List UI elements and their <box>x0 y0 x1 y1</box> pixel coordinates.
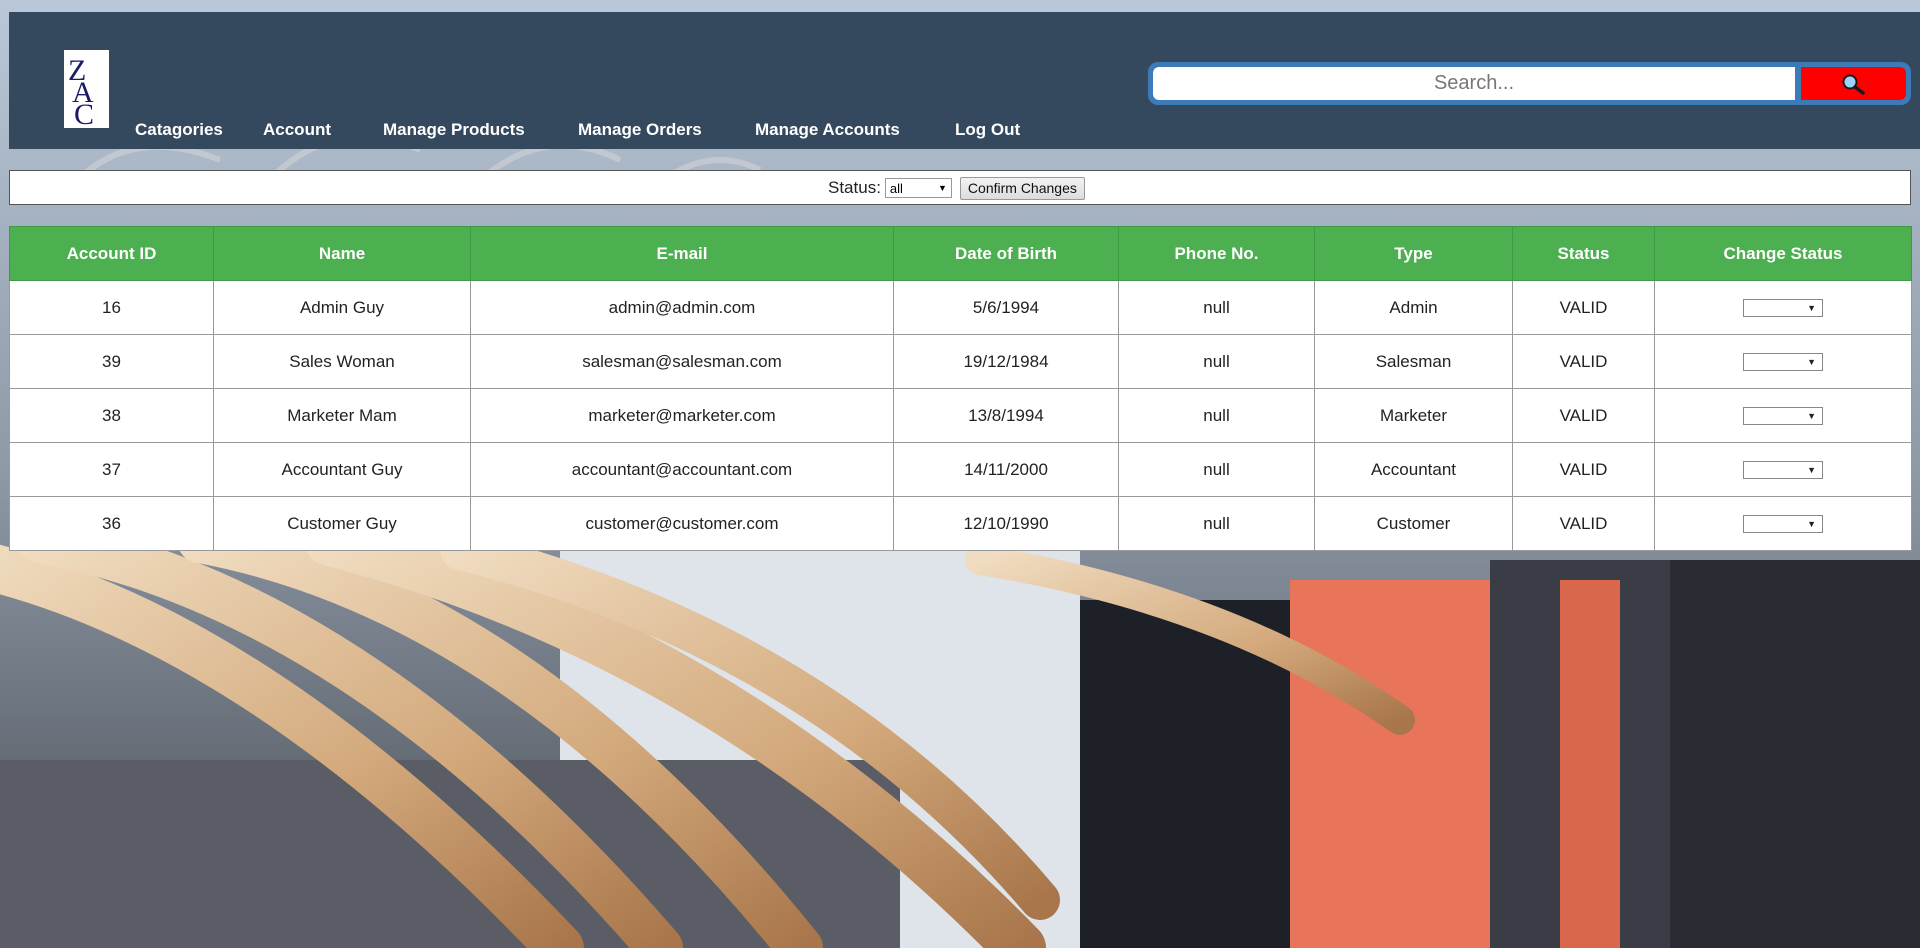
cell-email: customer@customer.com <box>470 496 894 551</box>
cell-phone: null <box>1118 388 1315 443</box>
cell-status: VALID <box>1512 442 1655 497</box>
cell-date-of-birth: 13/8/1994 <box>893 388 1119 443</box>
cell-change-status: ▼ <box>1654 442 1912 497</box>
cell-type: Customer <box>1314 496 1513 551</box>
cell-account-id: 38 <box>9 388 214 443</box>
cell-phone: null <box>1118 334 1315 389</box>
status-filter-bar: Status: all ▼ Confirm Changes <box>9 170 1911 205</box>
chevron-down-icon: ▼ <box>1807 465 1816 476</box>
cell-date-of-birth: 19/12/1984 <box>893 334 1119 389</box>
column-header-phone: Phone No. <box>1118 226 1315 281</box>
cell-phone: null <box>1118 496 1315 551</box>
status-filter-label: Status: <box>828 178 881 197</box>
chevron-down-icon: ▼ <box>1807 519 1816 530</box>
nav-item-categories[interactable]: Catagories <box>135 120 223 140</box>
cell-change-status: ▼ <box>1654 334 1912 389</box>
column-header-change-status: Change Status <box>1654 226 1912 281</box>
nav-item-manage-accounts[interactable]: Manage Accounts <box>755 120 900 140</box>
table-row: 38 Marketer Mam marketer@marketer.com 13… <box>9 388 1912 443</box>
table-row: 39 Sales Woman salesman@salesman.com 19/… <box>9 334 1912 389</box>
cell-account-id: 16 <box>9 280 214 335</box>
confirm-changes-button[interactable]: Confirm Changes <box>959 176 1085 200</box>
search-bar <box>1148 62 1911 105</box>
accounts-table-container: Account ID Name E-mail Date of Birth Pho… <box>9 226 1912 551</box>
cell-account-id: 39 <box>9 334 214 389</box>
change-status-select[interactable]: ▼ <box>1743 299 1823 318</box>
cell-status: VALID <box>1512 280 1655 335</box>
cell-type: Accountant <box>1314 442 1513 497</box>
status-filter-value: all <box>889 180 903 196</box>
chevron-down-icon: ▼ <box>1807 303 1816 314</box>
table-header-row: Account ID Name E-mail Date of Birth Pho… <box>9 226 1912 281</box>
change-status-select[interactable]: ▼ <box>1743 407 1823 426</box>
chevron-down-icon: ▼ <box>1807 411 1816 422</box>
cell-status: VALID <box>1512 334 1655 389</box>
table-row: 36 Customer Guy customer@customer.com 12… <box>9 496 1912 551</box>
cell-name: Admin Guy <box>213 280 471 335</box>
cell-type: Admin <box>1314 280 1513 335</box>
column-header-status: Status <box>1512 226 1655 281</box>
search-icon <box>1842 74 1865 95</box>
chevron-down-icon: ▼ <box>1807 357 1816 368</box>
accounts-table: Account ID Name E-mail Date of Birth Pho… <box>9 226 1912 551</box>
cell-change-status: ▼ <box>1654 280 1912 335</box>
table-row: 16 Admin Guy admin@admin.com 5/6/1994 nu… <box>9 280 1912 335</box>
column-header-date-of-birth: Date of Birth <box>893 226 1119 281</box>
logo-mark: Z A C <box>68 54 94 128</box>
cell-type: Salesman <box>1314 334 1513 389</box>
table-row: 37 Accountant Guy accountant@accountant.… <box>9 442 1912 497</box>
cell-date-of-birth: 14/11/2000 <box>893 442 1119 497</box>
cell-email: admin@admin.com <box>470 280 894 335</box>
column-header-account-id: Account ID <box>9 226 214 281</box>
cell-name: Customer Guy <box>213 496 471 551</box>
cell-change-status: ▼ <box>1654 388 1912 443</box>
column-header-name: Name <box>213 226 471 281</box>
cell-change-status: ▼ <box>1654 496 1912 551</box>
top-header: Z A C Catagories Account Manage Products… <box>9 12 1920 149</box>
cell-phone: null <box>1118 442 1315 497</box>
column-header-type: Type <box>1314 226 1513 281</box>
cell-status: VALID <box>1512 388 1655 443</box>
cell-name: Marketer Mam <box>213 388 471 443</box>
cell-phone: null <box>1118 280 1315 335</box>
cell-status: VALID <box>1512 496 1655 551</box>
cell-email: salesman@salesman.com <box>470 334 894 389</box>
nav-item-manage-orders[interactable]: Manage Orders <box>578 120 702 140</box>
cell-date-of-birth: 5/6/1994 <box>893 280 1119 335</box>
nav-item-log-out[interactable]: Log Out <box>955 120 1020 140</box>
cell-email: marketer@marketer.com <box>470 388 894 443</box>
cell-name: Sales Woman <box>213 334 471 389</box>
search-button[interactable] <box>1801 67 1906 100</box>
column-header-email: E-mail <box>470 226 894 281</box>
nav-item-account[interactable]: Account <box>263 120 331 140</box>
change-status-select[interactable]: ▼ <box>1743 461 1823 480</box>
chevron-down-icon: ▼ <box>938 183 947 193</box>
cell-account-id: 37 <box>9 442 214 497</box>
main-nav: Catagories Account Manage Products Manag… <box>9 120 1109 144</box>
cell-name: Accountant Guy <box>213 442 471 497</box>
status-filter-select[interactable]: all ▼ <box>884 178 952 198</box>
change-status-select[interactable]: ▼ <box>1743 515 1823 534</box>
cell-account-id: 36 <box>9 496 214 551</box>
cell-date-of-birth: 12/10/1990 <box>893 496 1119 551</box>
search-input[interactable] <box>1153 67 1795 100</box>
logo[interactable]: Z A C <box>64 50 109 128</box>
cell-email: accountant@accountant.com <box>470 442 894 497</box>
change-status-select[interactable]: ▼ <box>1743 353 1823 372</box>
nav-item-manage-products[interactable]: Manage Products <box>383 120 525 140</box>
cell-type: Marketer <box>1314 388 1513 443</box>
